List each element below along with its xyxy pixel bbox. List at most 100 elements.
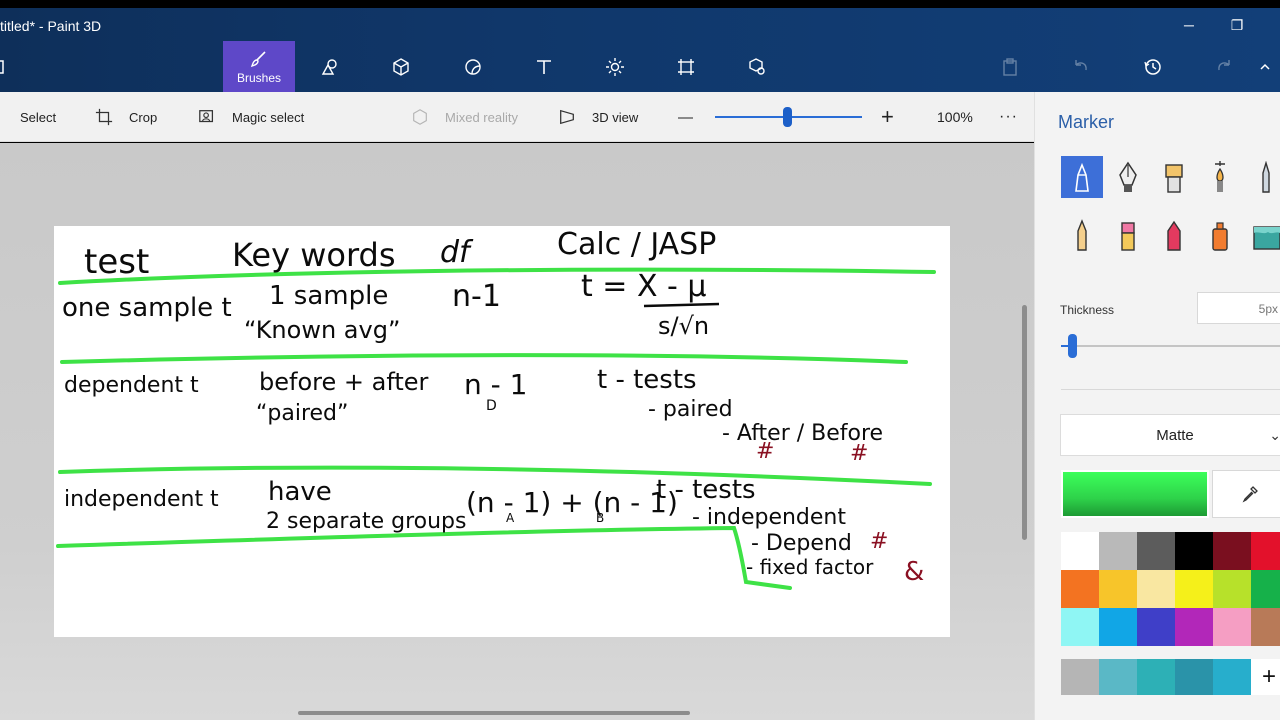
more-options-button[interactable]: ···	[999, 92, 1018, 142]
finish-value: Matte	[1156, 426, 1194, 444]
row3-df: (n - 1) + (n - 1)	[466, 486, 678, 519]
color-swatch[interactable]	[1061, 659, 1099, 695]
color-swatch[interactable]	[1175, 570, 1213, 608]
magic-select-label: Magic select	[232, 109, 305, 125]
history-button[interactable]	[1117, 41, 1189, 92]
color-swatch[interactable]	[1061, 608, 1099, 646]
color-swatch[interactable]	[1175, 532, 1213, 570]
crayon-icon	[1167, 220, 1181, 251]
color-swatch[interactable]	[1099, 570, 1137, 608]
redo-icon	[1218, 59, 1230, 70]
tab-3d-library[interactable]	[721, 41, 793, 92]
color-swatch[interactable]	[1213, 532, 1251, 570]
undo-button[interactable]	[1045, 41, 1117, 92]
color-swatch[interactable]	[1137, 532, 1175, 570]
spray-can-icon	[1212, 222, 1228, 251]
tab-stickers[interactable]	[437, 41, 509, 92]
calligraphy-pen-icon	[1119, 161, 1137, 192]
row2-mark-2: #	[850, 441, 868, 466]
magic-select-icon	[199, 110, 214, 123]
row2-df: n - 1	[464, 368, 527, 401]
horizontal-scrollbar[interactable]	[298, 711, 690, 715]
fill-bucket-icon	[1253, 226, 1280, 250]
row3-calc-1: t - tests	[656, 475, 756, 505]
row3-df-sub-a: A	[506, 511, 515, 525]
add-color-button[interactable]: +	[1249, 659, 1280, 695]
magic-select-button[interactable]: Magic select	[198, 92, 304, 142]
thickness-input[interactable]: 5px	[1197, 292, 1280, 324]
tool-eraser[interactable]	[1107, 214, 1149, 256]
crop-button[interactable]: Crop	[95, 92, 157, 142]
minimize-button[interactable]: ─	[1169, 14, 1209, 36]
expand-button[interactable]	[1250, 41, 1280, 92]
row1-test: one sample t	[62, 293, 232, 323]
color-swatch[interactable]	[1137, 570, 1175, 608]
crop-icon	[95, 108, 113, 126]
zoom-slider-thumb[interactable]	[783, 107, 792, 127]
vertical-scrollbar[interactable]	[1022, 305, 1027, 540]
color-swatch[interactable]	[1251, 608, 1280, 646]
header-df: df	[440, 235, 474, 270]
zoom-out-button[interactable]: —	[678, 92, 693, 142]
row1-keyword-2: “Known avg”	[244, 316, 400, 344]
tool-graphite-pencil[interactable]	[1061, 214, 1103, 256]
color-swatch[interactable]	[1213, 608, 1251, 646]
tab-brushes-label: Brushes	[236, 70, 282, 85]
tool-calligraphy-pen[interactable]	[1107, 156, 1149, 198]
paste-button[interactable]	[974, 41, 1046, 92]
3d-view-button[interactable]: 3D view	[558, 92, 638, 142]
oil-brush-icon	[1165, 164, 1183, 193]
current-color-swatch[interactable]	[1061, 470, 1209, 518]
tab-2d-shapes[interactable]	[294, 41, 366, 92]
tool-marker[interactable]	[1061, 156, 1103, 198]
tool-watercolor[interactable]	[1199, 156, 1241, 198]
color-swatch[interactable]	[1251, 532, 1280, 570]
color-swatch[interactable]	[1175, 659, 1213, 695]
zoom-level[interactable]: 100%	[937, 92, 973, 142]
separator-line-3	[58, 465, 932, 486]
color-swatch[interactable]	[1251, 570, 1280, 608]
row2-mark-1: #	[756, 439, 774, 464]
color-swatch[interactable]	[1213, 570, 1251, 608]
tab-text[interactable]	[508, 41, 580, 92]
row2-keyword-1: before + after	[259, 368, 429, 396]
tool-oil-brush[interactable]	[1153, 156, 1195, 198]
watercolor-icon	[1215, 161, 1225, 192]
drawing-canvas[interactable]: test Key words df Calc / JASP one sample…	[54, 226, 950, 637]
tab-brushes[interactable]: Brushes	[223, 41, 295, 92]
zoom-in-button[interactable]: +	[881, 92, 894, 142]
window-title: titled* - Paint 3D	[0, 18, 102, 34]
color-swatch[interactable]	[1137, 659, 1175, 695]
eyedropper-button[interactable]	[1212, 470, 1280, 518]
tool-pencil[interactable]	[1245, 156, 1280, 198]
row2-calc-1: t - tests	[597, 365, 697, 395]
color-swatch[interactable]	[1137, 608, 1175, 646]
tool-spray-can[interactable]	[1199, 214, 1241, 256]
select-button[interactable]: Select	[20, 92, 56, 142]
select-label: Select	[20, 109, 57, 125]
row1-calc-2: s/√n	[658, 312, 709, 340]
tab-effects[interactable]	[579, 41, 651, 92]
tab-canvas[interactable]	[650, 41, 722, 92]
mixed-reality-button[interactable]: Mixed reality	[411, 92, 518, 142]
thickness-slider-track[interactable]	[1061, 345, 1280, 347]
color-swatch[interactable]	[1213, 659, 1251, 695]
color-swatch[interactable]	[1061, 532, 1099, 570]
row3-calc-2: - independent	[692, 505, 846, 530]
color-swatch[interactable]	[1061, 570, 1099, 608]
color-swatch[interactable]	[1099, 608, 1137, 646]
tab-3d-shapes[interactable]	[365, 41, 437, 92]
tool-fill-bucket[interactable]	[1245, 214, 1280, 256]
handwritten-notes: test Key words df Calc / JASP one sample…	[56, 227, 936, 590]
row1-calc-1: t = X - μ	[581, 269, 707, 304]
thickness-slider-thumb[interactable]	[1068, 334, 1077, 358]
menu-button[interactable]	[0, 41, 20, 92]
restore-button[interactable]: ❐	[1217, 14, 1257, 36]
tool-crayon[interactable]	[1153, 214, 1195, 256]
color-swatch[interactable]	[1175, 608, 1213, 646]
finish-dropdown[interactable]: Matte ⌄	[1060, 414, 1280, 456]
3d-shapes-icon	[393, 57, 409, 76]
color-swatch[interactable]	[1099, 659, 1137, 695]
title-bar: titled* - Paint 3D ─ ❐ Brushes	[0, 8, 1280, 92]
color-swatch[interactable]	[1099, 532, 1137, 570]
